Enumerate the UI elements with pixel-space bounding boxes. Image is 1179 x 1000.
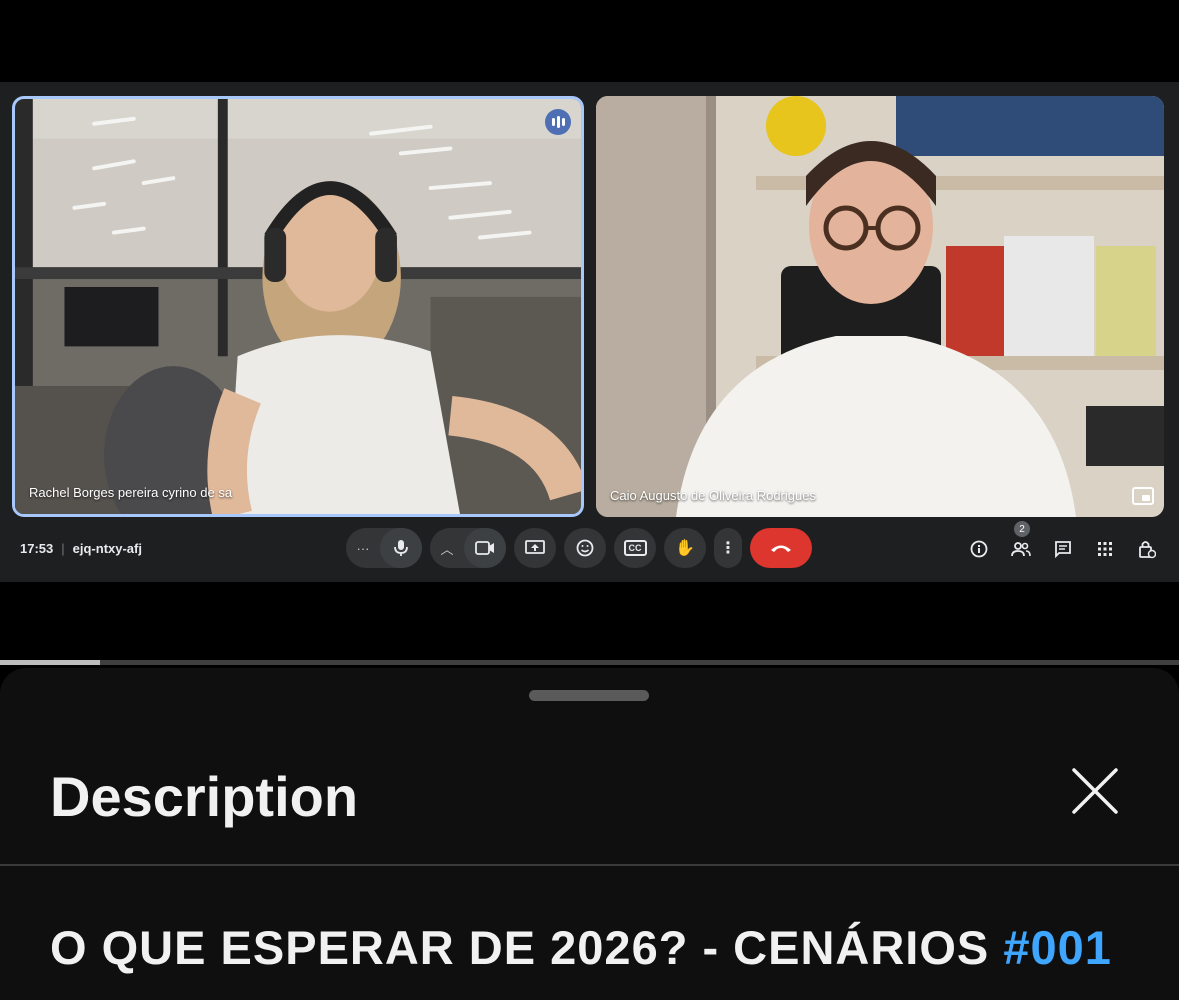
raise-hand-button[interactable]: ✋	[664, 528, 706, 568]
audio-options-button[interactable]: ···	[346, 528, 380, 568]
close-button[interactable]	[1068, 764, 1122, 818]
participant-name: Rachel Borges pereira cyrino de sa	[29, 485, 233, 500]
people-icon	[1011, 542, 1031, 557]
sheet-heading: Description	[50, 765, 359, 828]
participant-count-badge: 2	[1014, 521, 1030, 537]
people-button[interactable]: 2	[1010, 521, 1032, 560]
chevron-up-icon: ︿	[440, 541, 454, 557]
hashtag-link[interactable]: #001	[1003, 921, 1112, 974]
speaking-indicator-icon	[545, 109, 571, 135]
participant-tile-caio[interactable]: Caio Augusto de Oliveira Rodrigues	[596, 96, 1164, 517]
call-controls: ··· ︿ CC ✋ ⋮	[346, 528, 812, 568]
meeting-video[interactable]: Rachel Borges pereira cyrino de sa Caio …	[0, 82, 1179, 582]
kebab-icon: ⋮	[720, 540, 736, 557]
meeting-side-controls: 2	[968, 521, 1158, 560]
participant-video-rachel	[15, 99, 581, 514]
present-icon	[525, 540, 545, 554]
raise-hand-icon: ✋	[675, 540, 695, 557]
host-controls-icon	[1139, 541, 1156, 559]
meeting-time: 17:53	[20, 541, 54, 556]
mic-button[interactable]	[380, 528, 422, 568]
meeting-details-button[interactable]	[968, 538, 990, 560]
captions-button[interactable]: CC	[614, 528, 656, 568]
participant-name: Caio Augusto de Oliveira Rodrigues	[610, 488, 816, 503]
emoji-button[interactable]	[564, 528, 606, 568]
meeting-info: 17:53 | ejq-ntxy-afj	[20, 541, 142, 556]
description-sheet: Description O QUE ESPERAR DE 2026? - CEN…	[0, 668, 1179, 1000]
close-icon	[1072, 768, 1118, 814]
drag-handle[interactable]	[529, 690, 649, 701]
video-control-group: ︿	[430, 528, 506, 568]
participant-video-caio	[596, 96, 1164, 517]
host-controls-button[interactable]	[1136, 538, 1158, 560]
info-icon	[970, 540, 988, 558]
camera-button[interactable]	[464, 528, 506, 568]
chat-icon	[1055, 541, 1071, 558]
end-call-icon	[771, 545, 791, 552]
emoji-icon	[576, 539, 594, 557]
chat-button[interactable]	[1052, 538, 1074, 560]
video-title-text: O QUE ESPERAR DE 2026? - CENÁRIOS	[50, 921, 990, 974]
mic-icon	[394, 540, 408, 556]
captions-icon: CC	[623, 540, 647, 556]
separator: |	[61, 541, 65, 556]
divider	[0, 864, 1179, 866]
picture-in-picture-icon[interactable]	[1132, 487, 1154, 505]
camera-icon	[475, 541, 494, 555]
more-options-icon: ···	[356, 540, 370, 556]
activities-icon	[1098, 542, 1112, 556]
present-button[interactable]	[514, 528, 556, 568]
video-title: O QUE ESPERAR DE 2026? - CENÁRIOS #001	[50, 920, 1112, 975]
participant-tile-rachel[interactable]: Rachel Borges pereira cyrino de sa	[12, 96, 584, 517]
end-call-button[interactable]	[750, 528, 812, 568]
activities-button[interactable]	[1094, 538, 1116, 560]
audio-control-group: ···	[346, 528, 422, 568]
more-options-button[interactable]: ⋮	[714, 528, 742, 568]
progress-fill	[0, 660, 101, 665]
meeting-code: ejq-ntxy-afj	[72, 541, 142, 556]
video-options-button[interactable]: ︿	[430, 528, 464, 568]
video-progress-bar[interactable]	[0, 660, 1179, 665]
